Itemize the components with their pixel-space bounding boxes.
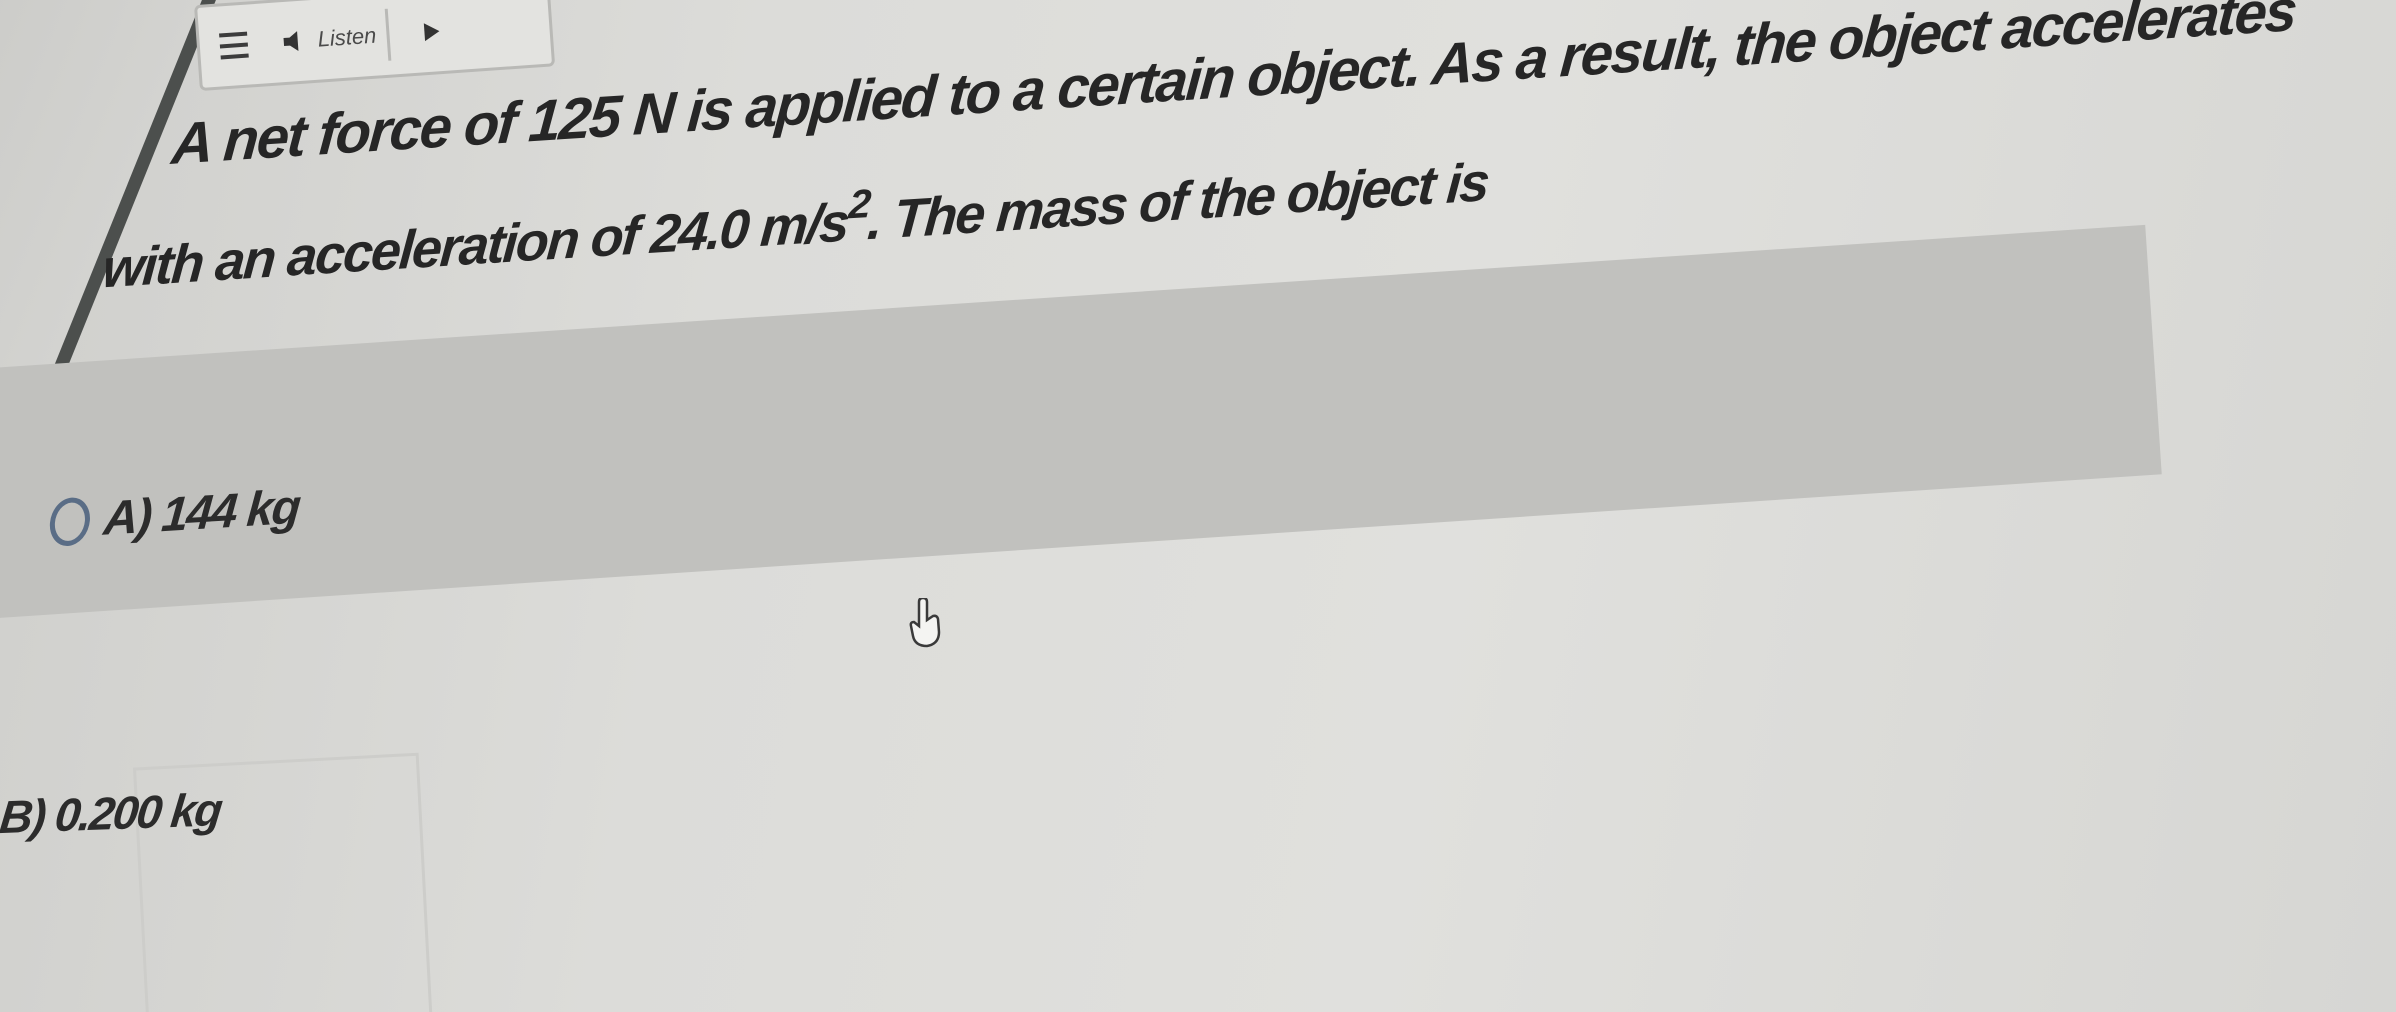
answer-option-b[interactable]: B) 0.200 kg <box>0 782 224 844</box>
play-icon <box>423 23 440 42</box>
radio-button-option-a[interactable] <box>48 495 92 547</box>
question-line-2-suffix: . The mass of the object is <box>865 151 1491 252</box>
hand-pointer-cursor-icon <box>909 598 941 648</box>
hamburger-menu-icon[interactable] <box>219 31 249 60</box>
option-b-label: B) 0.200 kg <box>0 783 224 844</box>
listen-button[interactable]: Listen <box>270 8 392 69</box>
quiz-page: Listen A net force of 125 N is applied t… <box>0 0 2396 1012</box>
listen-toolbar: Listen <box>194 0 556 91</box>
listen-label: Listen <box>316 22 378 52</box>
play-button[interactable] <box>410 10 453 53</box>
question-line-2-prefix: with an acceleration of 24.0 m/s <box>100 192 850 300</box>
speaker-icon <box>281 28 309 54</box>
